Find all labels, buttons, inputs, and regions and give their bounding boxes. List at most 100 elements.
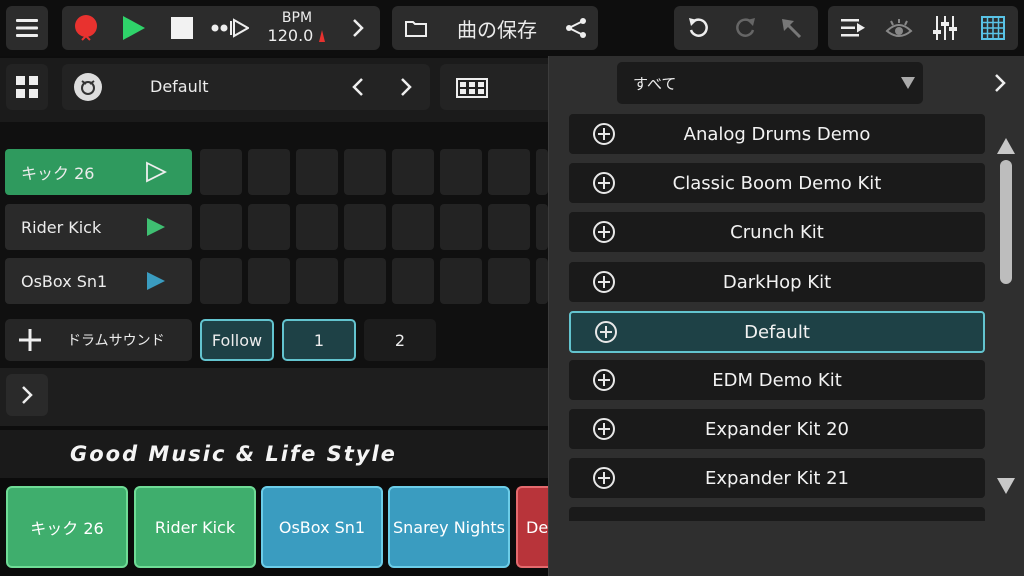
step-cell[interactable] (392, 258, 434, 304)
play-icon[interactable] (145, 216, 167, 238)
step-cell[interactable] (200, 204, 242, 250)
edit-group (674, 6, 818, 50)
add-circle-icon[interactable] (593, 369, 615, 391)
step-cell[interactable] (392, 204, 434, 250)
page-2-button[interactable]: 2 (364, 319, 436, 361)
scroll-up-icon[interactable] (997, 138, 1015, 154)
layout-toggle-button[interactable] (6, 64, 48, 110)
pads-grid-button[interactable] (972, 6, 1014, 50)
drum-pad[interactable]: Snarey Nights (388, 486, 510, 568)
step-cell[interactable] (536, 149, 548, 195)
add-circle-icon[interactable] (593, 172, 615, 194)
step-cell[interactable] (536, 204, 548, 250)
step-cell[interactable] (248, 149, 290, 195)
step-cell[interactable] (392, 149, 434, 195)
view-group (828, 6, 1018, 50)
step-cell[interactable] (296, 204, 338, 250)
kit-item-label: Analog Drums Demo (683, 123, 871, 145)
add-circle-icon[interactable] (593, 123, 615, 145)
kit-selector[interactable]: Default (62, 64, 430, 110)
scrollbar-thumb[interactable] (1000, 160, 1012, 284)
step-cell[interactable] (488, 204, 530, 250)
save-song-button[interactable]: 曲の保存 (442, 6, 552, 50)
prev-kit-button[interactable] (340, 64, 376, 110)
select-tool-button[interactable] (770, 6, 812, 50)
step-cell[interactable] (440, 258, 482, 304)
step-cell[interactable] (296, 149, 338, 195)
play-button[interactable] (114, 6, 154, 50)
step-cell[interactable] (248, 258, 290, 304)
page-1-button[interactable]: 1 (282, 319, 356, 361)
kit-name: Default (150, 77, 209, 96)
step-cell[interactable] (440, 204, 482, 250)
drum-pad[interactable]: De (516, 486, 548, 568)
add-circle-icon[interactable] (593, 271, 615, 293)
add-drum-sound-label: ドラムサウンド (67, 333, 165, 349)
step-cell[interactable] (488, 149, 530, 195)
kit-list-item[interactable]: DarkHop Kit (569, 262, 985, 302)
undo-button[interactable] (678, 6, 720, 50)
track-row[interactable]: Rider Kick (5, 204, 192, 250)
step-cell[interactable] (248, 204, 290, 250)
kit-list-item[interactable]: Crunch Kit (569, 212, 985, 252)
tracks-view-button[interactable] (832, 6, 874, 50)
step-cell[interactable] (200, 258, 242, 304)
drum-pad[interactable]: キック 26 (6, 486, 128, 568)
kit-bar: Default (0, 58, 548, 122)
drum-pad[interactable]: Rider Kick (134, 486, 256, 568)
chevron-right-icon (353, 19, 364, 37)
track-row[interactable]: OsBox Sn1 (5, 258, 192, 304)
share-button[interactable] (558, 6, 594, 50)
browser-next-button[interactable] (985, 64, 1015, 102)
category-filter-dropdown[interactable]: すべて (617, 62, 923, 104)
redo-icon (736, 18, 755, 37)
scroll-down-icon[interactable] (997, 478, 1015, 494)
kit-list-item-partial[interactable] (569, 507, 985, 521)
kit-list-item[interactable]: Expander Kit 20 (569, 409, 985, 449)
add-circle-icon[interactable] (595, 321, 617, 343)
redo-button[interactable] (724, 6, 766, 50)
kit-item-label: Expander Kit 20 (705, 418, 849, 440)
bpm-label: BPM (281, 10, 313, 26)
kit-list-item[interactable]: Analog Drums Demo (569, 114, 985, 154)
next-kit-button[interactable] (388, 64, 424, 110)
kit-list-item-selected[interactable]: Default (569, 311, 985, 353)
step-cell[interactable] (488, 258, 530, 304)
step-cell[interactable] (296, 258, 338, 304)
transport-expand-button[interactable] (340, 6, 376, 50)
kit-list-item[interactable]: EDM Demo Kit (569, 360, 985, 400)
play-icon[interactable] (145, 270, 167, 292)
add-circle-icon[interactable] (593, 467, 615, 489)
loop-play-button[interactable] (208, 6, 252, 50)
step-cell[interactable] (536, 258, 548, 304)
add-drum-sound-button[interactable]: ドラムサウンド (5, 319, 192, 361)
step-cell[interactable] (440, 149, 482, 195)
visibility-button[interactable] (878, 6, 920, 50)
menu-button[interactable] (6, 6, 48, 50)
step-cell[interactable] (344, 149, 386, 195)
step-cell[interactable] (344, 258, 386, 304)
step-cell[interactable] (344, 204, 386, 250)
follow-toggle[interactable]: Follow (200, 319, 274, 361)
add-circle-icon[interactable] (593, 418, 615, 440)
open-song-button[interactable] (398, 6, 434, 50)
step-play-icon (211, 18, 249, 38)
chevron-right-icon (401, 78, 412, 96)
drum-pad[interactable]: OsBox Sn1 (261, 486, 383, 568)
bpm-display[interactable]: BPM 120.0 (262, 10, 332, 48)
chevron-left-icon (352, 78, 363, 96)
expand-section-button[interactable] (6, 374, 48, 416)
plus-icon (19, 329, 41, 351)
record-button[interactable] (66, 6, 106, 50)
four-squares-icon (16, 76, 38, 98)
add-circle-icon[interactable] (593, 221, 615, 243)
play-outline-icon[interactable] (145, 161, 167, 183)
track-row[interactable]: キック 26 (5, 149, 192, 195)
stop-button[interactable] (162, 6, 202, 50)
record-icon (75, 15, 97, 41)
step-cell[interactable] (200, 149, 242, 195)
mixer-button[interactable] (924, 6, 966, 50)
pattern-selector[interactable] (440, 64, 548, 110)
kit-list-item[interactable]: Expander Kit 21 (569, 458, 985, 498)
kit-list-item[interactable]: Classic Boom Demo Kit (569, 163, 985, 203)
